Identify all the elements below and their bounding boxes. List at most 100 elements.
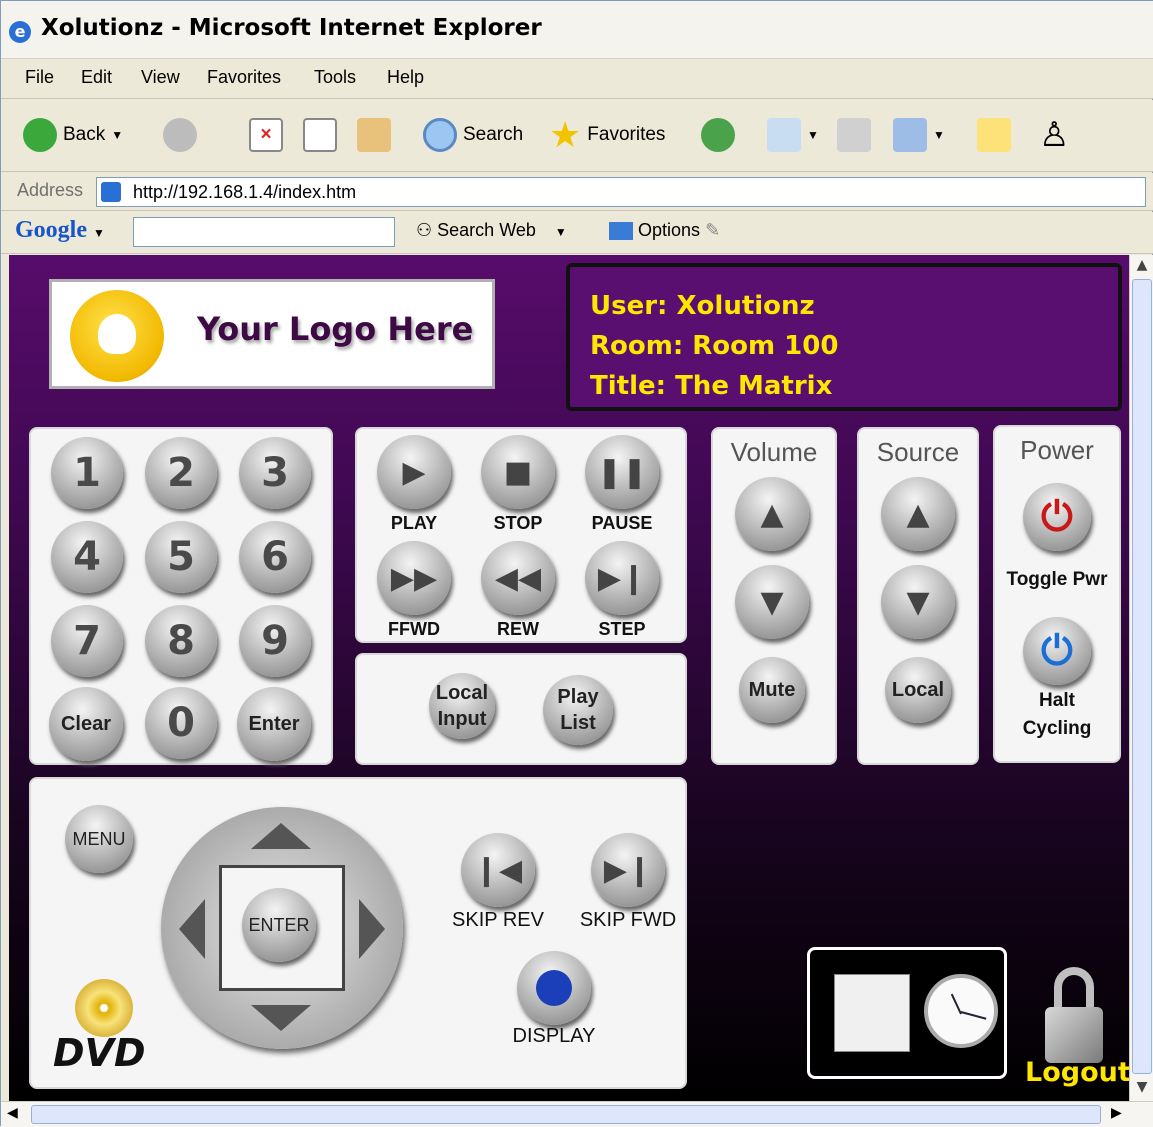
horizontal-scrollbar[interactable]: ◀ ▶ bbox=[1, 1101, 1153, 1127]
power-icon: ⏻ bbox=[1041, 628, 1073, 674]
dpad-right-button[interactable] bbox=[359, 899, 385, 959]
scroll-left-arrow-icon[interactable]: ◀ bbox=[7, 1105, 18, 1121]
display-button[interactable] bbox=[517, 951, 591, 1025]
mail-icon bbox=[767, 118, 801, 152]
skip-rev-button[interactable]: ❙◀ bbox=[461, 833, 535, 907]
ffwd-label: FFWD bbox=[388, 619, 440, 639]
key-9-button[interactable]: 9 bbox=[239, 605, 311, 677]
volume-up-button[interactable]: ▲ bbox=[735, 477, 809, 551]
dpad-down-button[interactable] bbox=[251, 1005, 311, 1031]
menu-view[interactable]: View bbox=[141, 67, 180, 88]
print-button[interactable] bbox=[837, 114, 871, 156]
ffwd-button[interactable]: ▶▶ bbox=[377, 541, 451, 615]
calendar-icon[interactable] bbox=[834, 974, 910, 1052]
stop-icon: × bbox=[249, 118, 283, 152]
schedule-box[interactable] bbox=[807, 947, 1007, 1079]
skip-fwd-button[interactable]: ▶❙ bbox=[591, 833, 665, 907]
dropdown-arrow-icon: ▼ bbox=[807, 128, 819, 142]
scroll-up-arrow-icon[interactable]: ▲ bbox=[1133, 257, 1151, 275]
scroll-down-arrow-icon[interactable]: ▼ bbox=[1133, 1079, 1151, 1097]
home-button[interactable] bbox=[357, 114, 391, 156]
local-input-button[interactable]: Local Input bbox=[429, 673, 495, 739]
dpad-enter-button[interactable]: ENTER bbox=[242, 888, 316, 962]
edit-button[interactable]: ▼ bbox=[893, 114, 945, 156]
options-button[interactable]: Options ✎ bbox=[609, 220, 720, 241]
back-button[interactable]: Back ▼ bbox=[23, 114, 123, 156]
key-1-button[interactable]: 1 bbox=[51, 437, 123, 509]
key-8-button[interactable]: 8 bbox=[145, 605, 217, 677]
stop-button[interactable]: × bbox=[249, 114, 283, 156]
title-bar: e Xolutionz - Microsoft Internet Explore… bbox=[1, 1, 1153, 59]
keypad-panel: 1 2 3 4 5 6 7 8 9 Clear 0 Enter bbox=[29, 427, 333, 765]
browser-window: e Xolutionz - Microsoft Internet Explore… bbox=[0, 0, 1153, 1127]
padlock-icon[interactable] bbox=[1045, 967, 1103, 1067]
menu-favorites[interactable]: Favorites bbox=[207, 67, 281, 88]
play-button[interactable]: ▶ bbox=[377, 435, 451, 509]
info-panel: User: Xolutionz Room: Room 100 Title: Th… bbox=[566, 263, 1122, 411]
source-local-button[interactable]: Local bbox=[885, 657, 951, 723]
dpad-up-button[interactable] bbox=[251, 823, 311, 849]
power-title: Power bbox=[1020, 435, 1094, 465]
refresh-button[interactable] bbox=[303, 114, 337, 156]
source-down-button[interactable]: ▼ bbox=[881, 565, 955, 639]
back-arrow-icon bbox=[23, 118, 57, 152]
logout-link[interactable]: Logout bbox=[1025, 1057, 1129, 1088]
source-up-button[interactable]: ▲ bbox=[881, 477, 955, 551]
play-list-button[interactable]: Play List bbox=[543, 675, 613, 745]
forward-button[interactable] bbox=[163, 114, 197, 156]
print-icon bbox=[837, 118, 871, 152]
scroll-thumb[interactable] bbox=[1132, 279, 1152, 1074]
mute-button[interactable]: Mute bbox=[739, 657, 805, 723]
key-7-button[interactable]: 7 bbox=[51, 605, 123, 677]
google-logo[interactable]: Google ▼ bbox=[15, 217, 105, 244]
notes-button[interactable] bbox=[977, 114, 1011, 156]
key-6-button[interactable]: 6 bbox=[239, 521, 311, 593]
clock-icon[interactable] bbox=[924, 974, 998, 1048]
clear-button[interactable]: Clear bbox=[49, 687, 123, 761]
key-2-button[interactable]: 2 bbox=[145, 437, 217, 509]
transport-panel: ▶ ■ ❚❚ PLAY STOP PAUSE ▶▶ ◀◀ ▶❙ FFWD REW… bbox=[355, 427, 687, 643]
down-arrow-icon: ▼ bbox=[906, 584, 930, 620]
volume-title: Volume bbox=[730, 437, 818, 467]
binoculars-icon: ⚇ bbox=[416, 220, 433, 240]
note-icon bbox=[977, 118, 1011, 152]
step-button[interactable]: ▶❙ bbox=[585, 541, 659, 615]
volume-down-button[interactable]: ▼ bbox=[735, 565, 809, 639]
key-3-button[interactable]: 3 bbox=[239, 437, 311, 509]
mail-button[interactable]: ▼ bbox=[767, 114, 819, 156]
enter-button[interactable]: Enter bbox=[237, 687, 311, 761]
rew-button[interactable]: ◀◀ bbox=[481, 541, 555, 615]
menu-bar: File Edit View Favorites Tools Help bbox=[1, 59, 1153, 99]
menu-button[interactable]: MENU bbox=[65, 805, 133, 873]
source-title: Source bbox=[876, 437, 960, 467]
horizontal-scroll-thumb[interactable] bbox=[31, 1105, 1101, 1124]
source-panel: Source ▲ ▼ Local bbox=[857, 427, 979, 765]
menu-help[interactable]: Help bbox=[387, 67, 424, 88]
window-title: Xolutionz - Microsoft Internet Explorer bbox=[41, 15, 542, 41]
google-search-input[interactable] bbox=[133, 217, 395, 247]
halt-cycling-button[interactable]: ⏻ bbox=[1023, 617, 1091, 685]
up-arrow-icon: ▲ bbox=[760, 496, 784, 532]
menu-edit[interactable]: Edit bbox=[81, 67, 112, 88]
search-button[interactable]: Search bbox=[423, 114, 523, 156]
key-0-button[interactable]: 0 bbox=[145, 687, 217, 759]
stop-playback-button[interactable]: ■ bbox=[481, 435, 555, 509]
favorites-button[interactable]: ★ Favorites bbox=[549, 114, 665, 156]
scroll-right-arrow-icon[interactable]: ▶ bbox=[1111, 1105, 1122, 1121]
menu-file[interactable]: File bbox=[25, 67, 54, 88]
search-web-button[interactable]: ⚇ Search Web ▼ bbox=[416, 220, 567, 241]
dropdown-arrow-icon: ▼ bbox=[933, 128, 945, 142]
key-4-button[interactable]: 4 bbox=[51, 521, 123, 593]
messenger-button[interactable]: ♙ bbox=[1039, 114, 1069, 156]
toggle-power-button[interactable]: ⏻ bbox=[1023, 483, 1091, 551]
history-button[interactable] bbox=[701, 114, 735, 156]
pause-button[interactable]: ❚❚ bbox=[585, 435, 659, 509]
dpad-left-button[interactable] bbox=[179, 899, 205, 959]
menu-tools[interactable]: Tools bbox=[314, 67, 356, 88]
rewind-icon: ◀◀ bbox=[494, 560, 542, 596]
key-5-button[interactable]: 5 bbox=[145, 521, 217, 593]
disc-icon bbox=[75, 979, 133, 1037]
direction-pad: ENTER bbox=[161, 807, 403, 1049]
vertical-scrollbar[interactable]: ▲ ▼ bbox=[1129, 255, 1153, 1101]
address-input[interactable]: http://192.168.1.4/index.htm bbox=[96, 177, 1146, 207]
